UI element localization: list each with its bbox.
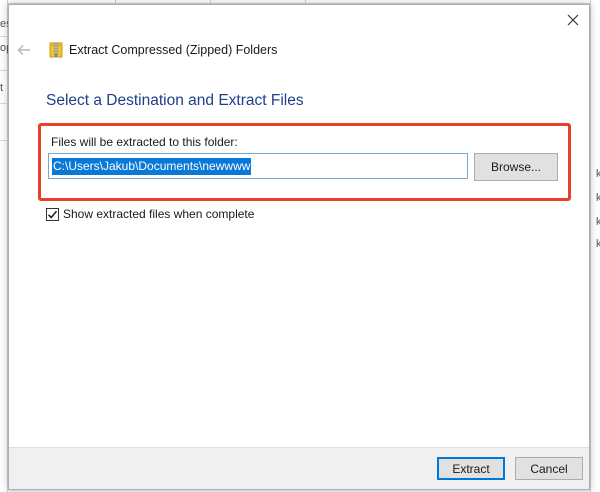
- show-extracted-files-label: Show extracted files when complete: [63, 207, 255, 221]
- back-arrow-icon: [17, 45, 30, 55]
- checkmark-icon: [47, 210, 58, 219]
- background-right-panel: k k k k: [590, 0, 600, 492]
- destination-highlight-frame: Files will be extracted to this folder: …: [38, 123, 571, 201]
- cancel-button[interactable]: Cancel: [515, 457, 583, 480]
- extract-dialog: Extract Compressed (Zipped) Folders Sele…: [8, 4, 590, 490]
- show-extracted-files-checkbox[interactable]: [46, 207, 59, 221]
- dialog-title: Extract Compressed (Zipped) Folders: [69, 43, 278, 57]
- destination-path-value: C:\Users\Jakub\Documents\newwww: [52, 157, 252, 175]
- dialog-footer: Extract Cancel: [9, 447, 589, 489]
- background-text-fragment: k: [596, 192, 600, 204]
- background-text-fragment: k: [596, 238, 600, 250]
- page-heading: Select a Destination and Extract Files: [46, 92, 304, 109]
- destination-label: Files will be extracted to this folder:: [51, 135, 238, 149]
- close-button[interactable]: [560, 8, 586, 32]
- background-text-fragment: t: [0, 82, 4, 94]
- background-rule: [0, 36, 8, 37]
- background-rule: [0, 103, 8, 104]
- show-extracted-files-option[interactable]: Show extracted files when complete: [46, 205, 254, 223]
- back-button[interactable]: [11, 37, 37, 63]
- close-icon: [567, 14, 579, 26]
- background-text-fragment: k: [596, 168, 600, 180]
- background-text-fragment: op: [0, 42, 8, 54]
- background-rule: [0, 70, 8, 71]
- background-text-fragment: es: [0, 18, 8, 30]
- extract-button[interactable]: Extract: [437, 457, 505, 480]
- dialog-title-row: Extract Compressed (Zipped) Folders: [9, 35, 589, 65]
- zip-folder-icon: [49, 42, 63, 58]
- background-text-fragment: k: [596, 216, 600, 228]
- browse-button[interactable]: Browse...: [474, 153, 558, 181]
- background-rule: [0, 140, 8, 141]
- destination-path-input[interactable]: C:\Users\Jakub\Documents\newwww: [48, 153, 468, 179]
- background-left-panel: es op t: [0, 0, 8, 492]
